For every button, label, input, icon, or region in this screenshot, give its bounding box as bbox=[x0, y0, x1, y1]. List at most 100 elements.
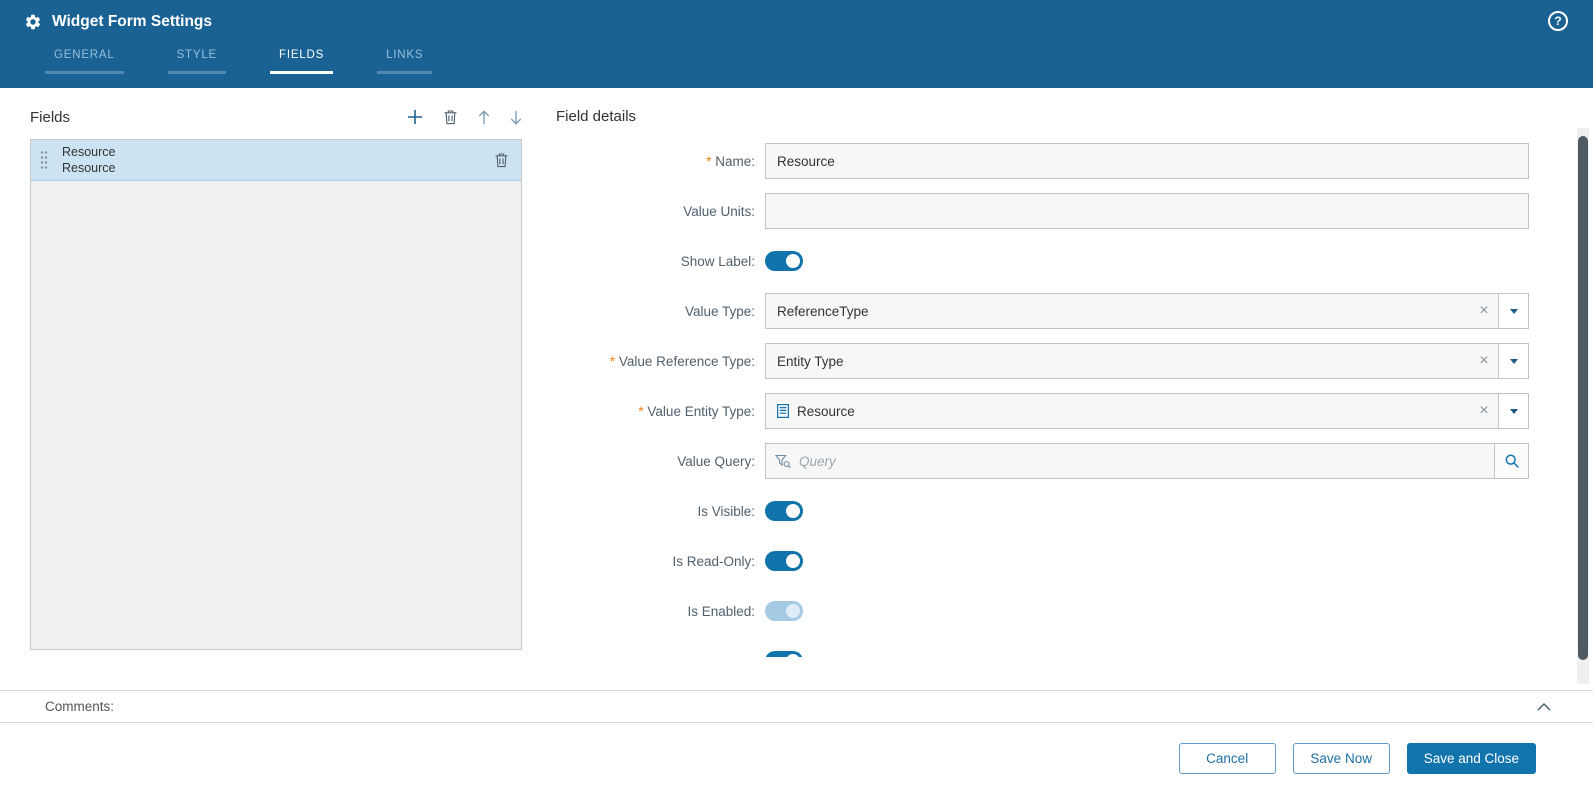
tab-style[interactable]: STYLE bbox=[167, 46, 226, 74]
chevron-down-icon bbox=[1509, 408, 1518, 414]
value-query-control: Query bbox=[765, 443, 1529, 479]
is-read-only-control bbox=[765, 543, 1529, 579]
clear-icon[interactable]: × bbox=[1470, 353, 1498, 369]
form-row-show-label: Show Label: bbox=[556, 243, 1529, 279]
value-query-label: Value Query: bbox=[677, 453, 755, 469]
show-label-toggle[interactable] bbox=[765, 251, 803, 271]
value-reference-type-label: * Value Reference Type: bbox=[609, 353, 755, 369]
value-reference-type-combobox[interactable]: Entity Type × bbox=[765, 343, 1529, 379]
dropdown-button[interactable] bbox=[1498, 344, 1528, 378]
query-placeholder: Query bbox=[799, 453, 836, 469]
fields-panel-title: Fields bbox=[30, 108, 71, 126]
value-units-control bbox=[765, 193, 1529, 229]
form-row-clipped-field bbox=[556, 643, 1529, 657]
is-enabled-control bbox=[765, 593, 1529, 629]
form-row-value-query: Value Query: Query bbox=[556, 443, 1529, 479]
value-reference-type-value: Entity Type bbox=[777, 353, 844, 369]
form-row-value-entity-type: * Value Entity Type: Resource × bbox=[556, 393, 1529, 429]
cancel-button[interactable]: Cancel bbox=[1178, 742, 1276, 774]
header: Widget Form Settings ? GENERAL STYLE FIELD… bbox=[0, 0, 1593, 88]
value-entity-type-label: * Value Entity Type: bbox=[638, 403, 755, 419]
fields-toolbar bbox=[407, 109, 522, 125]
query-filter-icon bbox=[775, 454, 791, 469]
value-units-input[interactable] bbox=[765, 193, 1529, 229]
value-query-input[interactable]: Query bbox=[765, 443, 1529, 479]
field-details-title: Field details bbox=[556, 108, 637, 125]
field-details-form: * Name: Value Units: Show Label: Value Type… bbox=[556, 143, 1529, 657]
is-visible-toggle[interactable] bbox=[765, 501, 803, 521]
value-entity-type-combobox[interactable]: Resource × bbox=[765, 393, 1529, 429]
required-marker: * bbox=[706, 153, 712, 169]
is-enabled-label: Is Enabled: bbox=[687, 603, 755, 619]
scrollbar-thumb[interactable] bbox=[1578, 136, 1588, 660]
name-label: * Name: bbox=[706, 153, 755, 169]
comments-label: Comments: bbox=[45, 699, 115, 714]
help-symbol: ? bbox=[1554, 14, 1562, 28]
toggle-knob bbox=[786, 604, 800, 618]
delete-icon[interactable] bbox=[494, 152, 509, 168]
gear-icon bbox=[24, 13, 42, 31]
tab-fields[interactable]: FIELDS bbox=[270, 46, 334, 74]
add-icon[interactable] bbox=[407, 109, 423, 125]
form-row-is-enabled: Is Enabled: bbox=[556, 593, 1529, 629]
footer: Cancel Save Now Save and Close bbox=[0, 723, 1593, 793]
fields-panel: Fields Resource Resource bbox=[30, 104, 522, 650]
save-now-button[interactable]: Save Now bbox=[1292, 742, 1390, 774]
value-entity-type-control: Resource × bbox=[765, 393, 1529, 429]
entity-type-icon bbox=[777, 404, 789, 418]
field-details-panel: Field details * Name: Value Units: Show La… bbox=[556, 104, 1529, 657]
is-read-only-toggle[interactable] bbox=[765, 551, 803, 571]
is-visible-control bbox=[765, 493, 1529, 529]
toggle-knob bbox=[786, 554, 800, 568]
tab-links[interactable]: LINKS bbox=[377, 46, 433, 74]
chevron-up-icon[interactable] bbox=[1537, 702, 1551, 711]
is-visible-label: Is Visible: bbox=[697, 503, 755, 519]
form-row-value-units: Value Units: bbox=[556, 193, 1529, 229]
move-down-icon[interactable] bbox=[510, 110, 522, 125]
dropdown-button[interactable] bbox=[1498, 294, 1528, 328]
show-label-label: Show Label: bbox=[680, 253, 755, 269]
comments-section[interactable]: Comments: bbox=[0, 690, 1593, 723]
name-control bbox=[765, 143, 1529, 179]
value-type-control: ReferenceType × bbox=[765, 293, 1529, 329]
tab-general[interactable]: GENERAL bbox=[45, 46, 124, 74]
required-marker: * bbox=[638, 403, 644, 419]
save-and-close-button[interactable]: Save and Close bbox=[1406, 742, 1536, 774]
required-marker: * bbox=[609, 353, 616, 369]
list-item-line1: Resource bbox=[62, 145, 116, 159]
widget-form-settings-dialog: Widget Form Settings ? GENERAL STYLE FIELD… bbox=[0, 0, 1593, 793]
value-reference-type-control: Entity Type × bbox=[765, 343, 1529, 379]
chevron-down-icon bbox=[1509, 358, 1518, 364]
search-icon[interactable] bbox=[1494, 444, 1528, 478]
clipped-field-control bbox=[765, 643, 1529, 657]
list-item[interactable]: Resource Resource bbox=[31, 140, 521, 181]
tab-bar: GENERAL STYLE FIELDS LINKS bbox=[45, 46, 476, 74]
form-row-is-read-only: Is Read-Only: bbox=[556, 543, 1529, 579]
clipped-field-toggle[interactable] bbox=[765, 651, 803, 657]
is-read-only-label: Is Read-Only: bbox=[672, 553, 755, 569]
fields-panel-header: Fields bbox=[30, 104, 522, 130]
title-row: Widget Form Settings bbox=[0, 0, 1593, 31]
value-entity-type-value: Resource bbox=[766, 404, 1470, 419]
value-type-value: ReferenceType bbox=[777, 303, 869, 319]
name-input[interactable] bbox=[765, 143, 1529, 179]
move-up-icon[interactable] bbox=[478, 109, 490, 125]
clear-icon[interactable]: × bbox=[1470, 403, 1498, 419]
show-label-control bbox=[765, 243, 1529, 279]
form-row-value-reference-type: * Value Reference Type: Entity Type × bbox=[556, 343, 1529, 379]
toggle-knob bbox=[786, 254, 800, 268]
clear-icon[interactable]: × bbox=[1470, 303, 1498, 319]
value-type-label: Value Type: bbox=[684, 303, 755, 319]
help-icon[interactable]: ? bbox=[1548, 11, 1568, 31]
value-type-combobox[interactable]: ReferenceType × bbox=[765, 293, 1529, 329]
vertical-scrollbar[interactable] bbox=[1577, 128, 1589, 684]
dropdown-button[interactable] bbox=[1498, 394, 1528, 428]
is-enabled-toggle[interactable] bbox=[765, 601, 803, 621]
toggle-knob bbox=[786, 654, 800, 657]
drag-handle-icon[interactable] bbox=[40, 150, 48, 170]
page-title: Widget Form Settings bbox=[52, 13, 213, 30]
value-units-label: Value Units: bbox=[683, 203, 755, 219]
delete-icon[interactable] bbox=[443, 109, 458, 125]
form-row-is-visible: Is Visible: bbox=[556, 493, 1529, 529]
list-item-text: Resource Resource bbox=[62, 144, 494, 176]
